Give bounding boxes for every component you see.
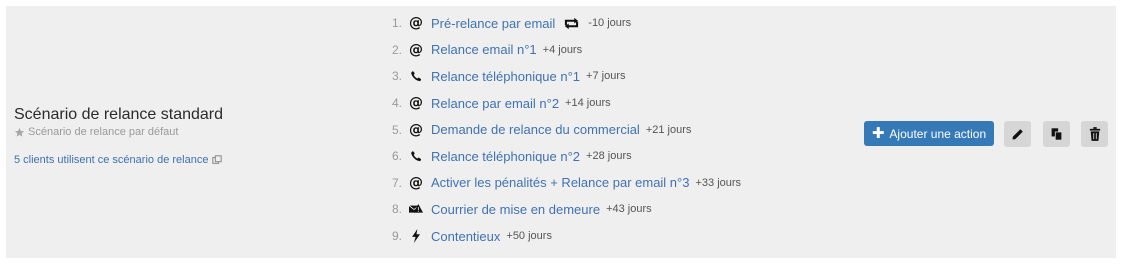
plus-icon: ✚ bbox=[871, 124, 885, 142]
trash-icon bbox=[1089, 127, 1100, 141]
repeat-icon bbox=[565, 17, 579, 29]
at-icon: @ bbox=[409, 121, 423, 138]
step-item: 9. Contentieux +50 jours bbox=[384, 223, 741, 250]
step-offset: +4 jours bbox=[542, 43, 583, 56]
step-link[interactable]: Pré-relance par email bbox=[431, 16, 555, 31]
step-link[interactable]: Demande de relance du commercial bbox=[431, 122, 640, 137]
step-link[interactable]: Courrier de mise en demeure bbox=[431, 202, 600, 217]
step-number: 7. bbox=[391, 175, 402, 190]
step-item: 4. @ Relance par email n°2 +14 jours bbox=[384, 90, 741, 117]
step-offset: +28 jours bbox=[586, 150, 632, 163]
step-item: 1. @ Pré-relance par email -10 jours bbox=[384, 10, 741, 37]
edit-button[interactable] bbox=[1004, 121, 1031, 147]
at-icon: @ bbox=[409, 15, 423, 32]
default-indicator: Scénario de relance par défaut bbox=[14, 126, 354, 138]
clients-link-label[interactable]: 5 clients utilisent ce scénario de relan… bbox=[14, 154, 208, 166]
star-icon bbox=[14, 127, 25, 137]
external-link-icon bbox=[212, 155, 223, 164]
mail-warning-icon bbox=[409, 203, 423, 216]
at-icon: @ bbox=[409, 41, 423, 58]
step-offset: +33 jours bbox=[695, 176, 742, 189]
scenario-panel: Scénario de relance standard Scénario de… bbox=[6, 6, 1116, 258]
step-link[interactable]: Activer les pénalités + Relance par emai… bbox=[431, 175, 689, 190]
step-offset: +50 jours bbox=[506, 230, 552, 243]
step-item: 3. Relance téléphonique n°1 +7 jours bbox=[384, 63, 741, 90]
add-action-label: Ajouter une action bbox=[889, 126, 987, 141]
copy-icon bbox=[1051, 128, 1062, 140]
delete-button[interactable] bbox=[1081, 121, 1108, 147]
add-action-button[interactable]: ✚ Ajouter une action bbox=[864, 121, 994, 146]
step-item: 5. @ Demande de relance du commercial +21 j… bbox=[384, 116, 741, 143]
step-offset: +14 jours bbox=[565, 97, 611, 110]
step-item: 2. @ Relance email n°1 +4 jours bbox=[384, 37, 741, 64]
step-link[interactable]: Relance téléphonique n°1 bbox=[431, 69, 580, 84]
pencil-icon bbox=[1012, 128, 1023, 139]
default-label: Scénario de relance par défaut bbox=[28, 126, 179, 138]
step-item: 6. Relance téléphonique n°2 +28 jours bbox=[384, 143, 741, 170]
step-offset: +7 jours bbox=[586, 70, 626, 83]
scenario-title: Scénario de relance standard bbox=[14, 106, 224, 123]
lightning-icon bbox=[409, 229, 423, 244]
step-item: 7. @ Activer les pénalités + Relance par e… bbox=[384, 170, 741, 197]
scenario-info: Scénario de relance standard Scénario de… bbox=[14, 105, 354, 138]
steps-list: 1. @ Pré-relance par email -10 jours 2. @ Rela… bbox=[384, 10, 741, 249]
step-number: 1. bbox=[391, 16, 402, 31]
clients-link[interactable]: 5 clients utilisent ce scénario de relan… bbox=[14, 154, 223, 166]
step-offset: +21 jours bbox=[645, 123, 692, 136]
step-link[interactable]: Contentieux bbox=[431, 229, 500, 244]
phone-icon bbox=[409, 70, 423, 83]
copy-button[interactable] bbox=[1043, 121, 1070, 147]
step-link[interactable]: Relance email n°1 bbox=[431, 42, 537, 57]
step-number: 2. bbox=[391, 42, 402, 57]
at-icon: @ bbox=[409, 174, 423, 191]
phone-icon bbox=[409, 150, 423, 163]
step-number: 4. bbox=[391, 96, 402, 111]
step-link[interactable]: Relance par email n°2 bbox=[431, 96, 559, 111]
step-number: 8. bbox=[391, 202, 402, 217]
step-offset: +43 jours bbox=[606, 203, 652, 216]
step-offset: -10 jours bbox=[588, 17, 632, 30]
step-item: 8. Courrier de mise en demeure +43 jours bbox=[384, 196, 741, 223]
step-number: 6. bbox=[391, 149, 402, 164]
step-number: 3. bbox=[391, 69, 402, 84]
step-number: 9. bbox=[391, 229, 402, 244]
at-icon: @ bbox=[409, 95, 423, 112]
step-link[interactable]: Relance téléphonique n°2 bbox=[431, 149, 580, 164]
step-number: 5. bbox=[391, 122, 402, 137]
